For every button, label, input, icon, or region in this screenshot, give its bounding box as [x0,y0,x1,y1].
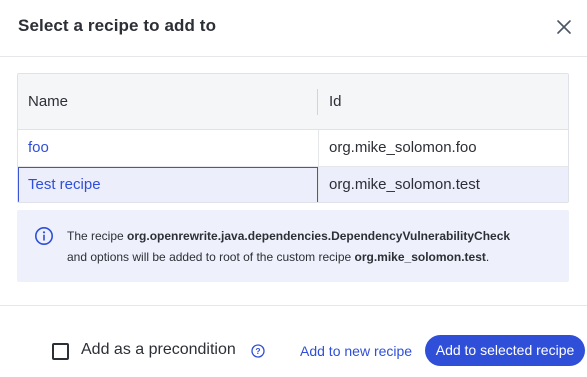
close-icon [557,20,571,34]
info-banner: The recipe org.openrewrite.java.dependen… [17,210,569,282]
info-suffix: . [485,250,490,264]
row-id-cell[interactable]: org.mike_solomon.foo [318,130,568,166]
info-prefix: The recipe [67,229,128,243]
info-icon [35,227,53,245]
close-button[interactable] [552,15,576,39]
info-target-recipe: org.mike_solomon.test [354,250,486,264]
row-name-cell[interactable]: Test recipe [18,167,318,202]
dialog-title: Select a recipe to add to [18,16,217,35]
info-message: The recipe org.openrewrite.java.dependen… [67,226,557,268]
add-to-selected-recipe-button[interactable]: Add to selected recipe [425,335,585,366]
precondition-label[interactable]: Add as a precondition [81,341,236,359]
select-recipe-dialog: Select a recipe to add to Name Id foo or… [0,0,587,377]
table-header: Name Id [18,74,568,130]
precondition-checkbox[interactable] [52,343,69,360]
info-recipe-name: org.openrewrite.java.dependencies.Depend… [127,229,511,243]
column-divider[interactable] [317,89,318,115]
table-row-selected[interactable]: Test recipe org.mike_solomon.test [18,167,568,202]
help-circle-icon[interactable]: ? [251,344,265,358]
info-middle: and options will be added to root of the… [67,250,355,264]
add-to-new-recipe-button[interactable]: Add to new recipe [300,341,412,361]
table-row[interactable]: foo org.mike_solomon.foo [18,130,568,167]
column-header-name[interactable]: Name [28,74,68,130]
row-id-cell[interactable]: org.mike_solomon.test [318,167,568,202]
recipe-table: Name Id foo org.mike_solomon.foo Test re… [17,73,569,203]
footer-divider [0,305,587,306]
svg-text:?: ? [255,346,260,356]
row-name-cell[interactable]: foo [18,130,318,166]
dialog-header: Select a recipe to add to [0,0,587,57]
column-header-id[interactable]: Id [329,74,342,130]
